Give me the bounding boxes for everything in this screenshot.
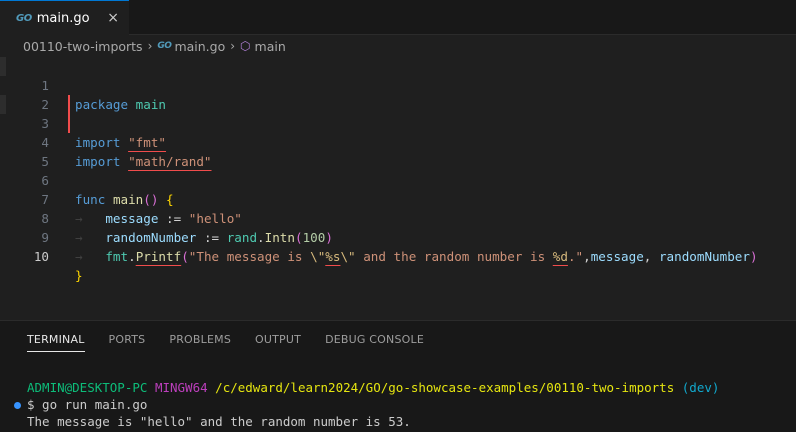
escape-seq: \" (310, 249, 326, 264)
bottom-panel: TERMINAL PORTS PROBLEMS OUTPUT DEBUG CON… (0, 320, 796, 432)
go-file-icon: GO (157, 41, 172, 51)
paren-close: ) (749, 249, 758, 264)
code-line-1[interactable]: 1 package main (0, 57, 796, 112)
string-literal: "The message is (188, 249, 311, 264)
tab-problems[interactable]: PROBLEMS (169, 333, 231, 352)
package-ref: fmt (105, 249, 129, 264)
panel-tabs: TERMINAL PORTS PROBLEMS OUTPUT DEBUG CON… (27, 333, 448, 352)
function-call: Printf (135, 249, 182, 264)
argument: message (590, 249, 644, 264)
line-number: 10 (33, 249, 49, 264)
tab-terminal[interactable]: TERMINAL (27, 333, 85, 352)
terminal-command: $ go run main.go (27, 397, 148, 412)
code-line-5[interactable]: 5 (0, 133, 796, 169)
paren-open: ( (181, 249, 189, 264)
prompt-path: /c/edward/learn2024/GO/go-showcase-examp… (215, 380, 675, 395)
breadcrumb-file[interactable]: main.go (174, 39, 225, 54)
format-verb: %d (552, 249, 568, 264)
prompt-branch: (dev) (681, 380, 720, 395)
code-line-2[interactable]: 2 (0, 76, 796, 112)
chevron-right-icon: › (230, 39, 236, 53)
function-symbol-icon: ⬡ (240, 39, 251, 53)
string-literal: ." (567, 249, 584, 264)
tab-main-go[interactable]: GO main.go × (0, 0, 129, 35)
chevron-right-icon: › (147, 39, 153, 53)
prompt-shell: MINGW64 (154, 380, 208, 395)
code-editor[interactable]: 1 package main 2 3 import "fmt" 4 import… (0, 57, 796, 320)
whitespace-tab-icon: → (75, 249, 106, 264)
close-icon[interactable]: × (107, 9, 119, 27)
go-file-icon: GO (16, 12, 32, 24)
command-decoration-icon[interactable] (14, 402, 21, 409)
code-line-9[interactable]: 9 → fmt.Printf("The message is \"%s\" an… (0, 209, 796, 264)
tab-output[interactable]: OUTPUT (255, 333, 301, 352)
prompt-user: ADMIN@DESKTOP-PC (27, 380, 148, 395)
breadcrumb-folder[interactable]: 00110-two-imports (23, 39, 143, 54)
tab-debug-console[interactable]: DEBUG CONSOLE (325, 333, 424, 352)
code-line-6[interactable]: 6 func main() { (0, 152, 796, 207)
close-brace: } (75, 268, 83, 283)
terminal-result: The message is "hello" and the random nu… (27, 414, 411, 429)
editor-tab-bar: GO main.go × (0, 0, 796, 35)
string-literal: and the random number is (355, 249, 553, 264)
code-line-7[interactable]: 7 → message := "hello" (0, 171, 796, 226)
tab-label: main.go (36, 10, 90, 26)
code-line-3[interactable]: 3 import "fmt" (0, 95, 796, 150)
breadcrumb: 00110-two-imports › GO main.go › ⬡ main (0, 35, 796, 57)
terminal-output[interactable]: ADMIN@DESKTOP-PC MINGW64 /c/edward/learn… (27, 379, 719, 430)
code-line-4[interactable]: 4 import "math/rand" (0, 114, 796, 169)
argument: randomNumber (658, 249, 750, 264)
escape-seq: \" (340, 249, 356, 264)
breadcrumb-symbol[interactable]: main (255, 39, 286, 54)
format-verb: %s (325, 249, 341, 264)
code-line-8[interactable]: 8 → randomNumber := rand.Intn(100) (0, 190, 796, 245)
code-line-10[interactable]: 10 } (0, 228, 796, 283)
tab-ports[interactable]: PORTS (109, 333, 146, 352)
